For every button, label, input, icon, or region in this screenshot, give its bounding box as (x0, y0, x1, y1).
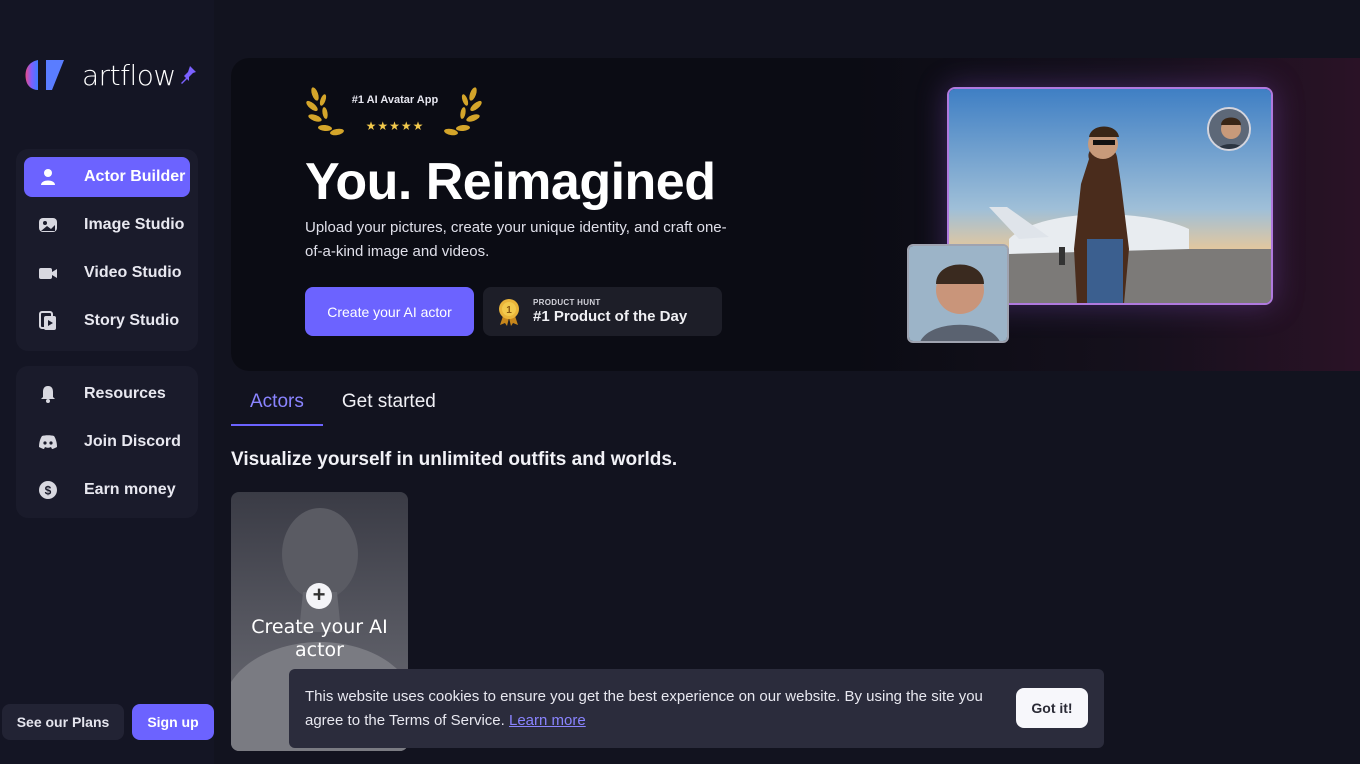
content-tabs: Actors Get started (231, 380, 455, 427)
hero-photo-thumbnail (907, 244, 1009, 343)
cookie-text: This website uses cookies to ensure you … (305, 685, 985, 733)
award-label: #1 AI Avatar App (351, 94, 439, 106)
sidebar: artflow Actor Builder Image Studio Video… (0, 0, 214, 764)
pin-icon[interactable] (178, 64, 198, 84)
artflow-logo-icon (25, 60, 64, 90)
medal-icon: 1 (499, 298, 519, 326)
product-hunt-text: PRODUCT HUNT #1 Product of the Day (533, 298, 687, 325)
sidebar-item-label: Story Studio (84, 312, 180, 329)
story-play-icon (36, 309, 60, 333)
bell-icon (36, 382, 60, 406)
sidebar-item-resources[interactable]: Resources (24, 374, 190, 414)
sidebar-item-label: Join Discord (84, 433, 181, 450)
rating-stars: ★★★★★ (365, 119, 425, 133)
laurel-right-icon (444, 87, 482, 136)
video-camera-icon (36, 261, 60, 285)
sidebar-item-label: Video Studio (84, 264, 182, 281)
add-icon: + (306, 583, 332, 609)
avatar (1207, 107, 1251, 151)
dollar-icon: $ (36, 478, 60, 502)
section-title: Visualize yourself in unlimited outfits … (231, 449, 678, 470)
sidebar-item-label: Earn money (84, 481, 176, 498)
tab-actors[interactable]: Actors (231, 380, 323, 426)
primary-nav: Actor Builder Image Studio Video Studio … (16, 149, 198, 351)
svg-text:$: $ (45, 484, 52, 498)
sidebar-item-actor-builder[interactable]: Actor Builder (24, 157, 190, 197)
sidebar-item-label: Resources (84, 385, 166, 402)
cookie-message: This website uses cookies to ensure you … (305, 688, 983, 729)
create-actor-label: Create your AI actor (251, 616, 388, 661)
learn-more-link[interactable]: Learn more (509, 712, 586, 729)
cookie-banner: This website uses cookies to ensure you … (289, 669, 1104, 748)
create-ai-actor-button[interactable]: Create your AI actor (305, 287, 474, 336)
award-badge: #1 AI Avatar App ★★★★★ (305, 84, 485, 138)
sidebar-item-earn-money[interactable]: $ Earn money (24, 470, 190, 510)
image-icon (36, 213, 60, 237)
hero-subtitle: Upload your pictures, create your unique… (305, 219, 727, 260)
laurel-left-icon (306, 87, 344, 136)
hero-banner: #1 AI Avatar App ★★★★★ You. Reimagined U… (231, 58, 1360, 371)
sidebar-item-image-studio[interactable]: Image Studio (24, 205, 190, 245)
see-plans-button[interactable]: See our Plans (2, 704, 124, 740)
sidebar-footer: See our Plans Sign up (2, 704, 214, 740)
discord-icon (36, 430, 60, 454)
user-icon (36, 165, 60, 189)
brand-logo[interactable]: artflow (24, 58, 176, 92)
sidebar-item-join-discord[interactable]: Join Discord (24, 422, 190, 462)
hero-title: You. Reimagined (305, 153, 716, 211)
product-hunt-label: PRODUCT HUNT (533, 298, 601, 307)
sidebar-item-story-studio[interactable]: Story Studio (24, 301, 190, 341)
sidebar-item-video-studio[interactable]: Video Studio (24, 253, 190, 293)
cookie-accept-button[interactable]: Got it! (1016, 688, 1088, 728)
sidebar-item-label: Image Studio (84, 216, 185, 233)
sidebar-item-label: Actor Builder (84, 168, 186, 185)
tab-get-started[interactable]: Get started (323, 380, 455, 426)
product-hunt-badge[interactable]: 1 PRODUCT HUNT #1 Product of the Day (483, 287, 722, 336)
sign-up-button[interactable]: Sign up (132, 704, 214, 740)
brand-name: artflow (82, 58, 176, 92)
product-hunt-title: #1 Product of the Day (533, 308, 688, 325)
svg-text:1: 1 (506, 305, 512, 316)
secondary-nav: Resources Join Discord $ Earn money (16, 366, 198, 518)
